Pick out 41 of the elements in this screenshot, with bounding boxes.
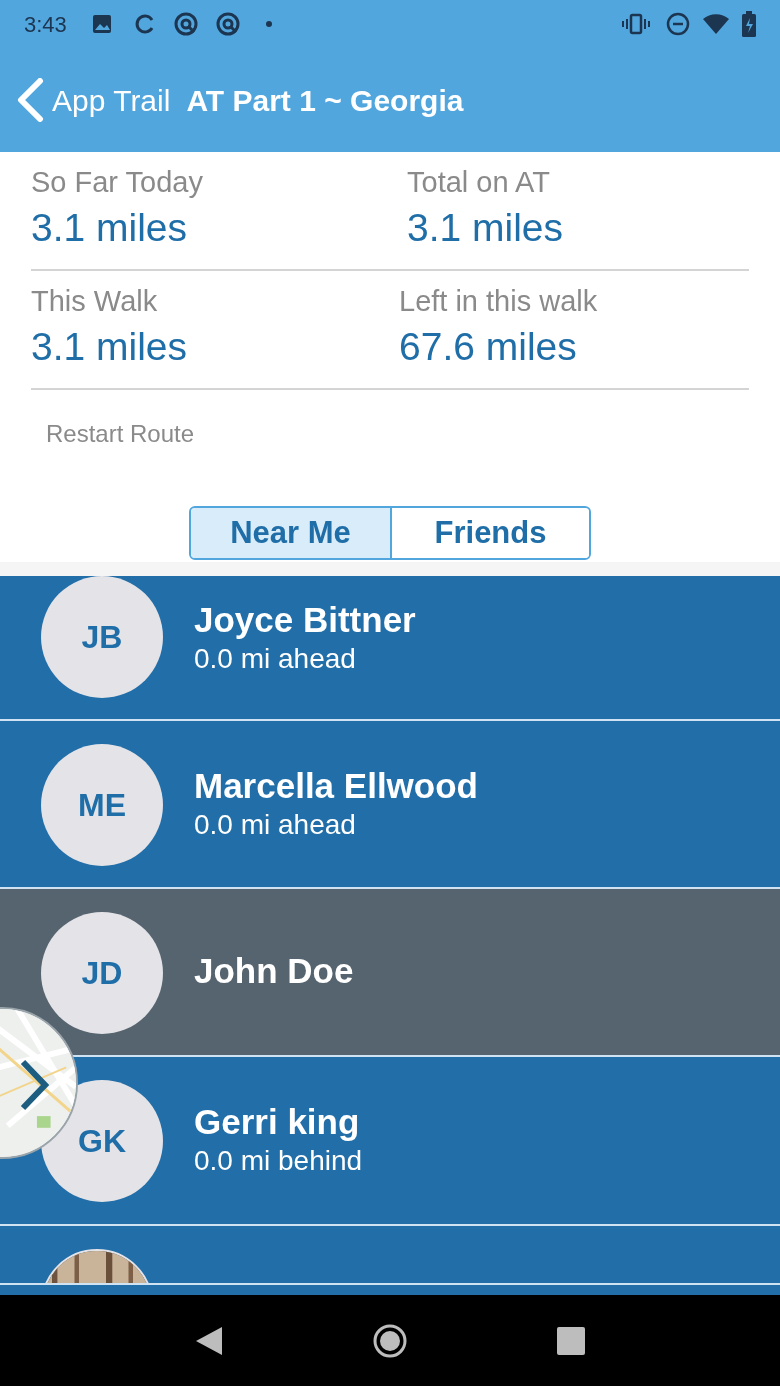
back-triangle-icon: [194, 1324, 224, 1357]
do-not-disturb-icon: [666, 12, 690, 36]
person-distance: 0.0 mi ahead: [194, 642, 357, 677]
person-name: John Doe: [194, 950, 354, 993]
dot-icon: [264, 20, 273, 28]
home-circle-icon: [372, 1322, 408, 1359]
person-row[interactable]: JB Joyce Bittner 0.0 mi ahead: [0, 576, 780, 721]
stat-value: 3.1 miles: [407, 205, 565, 252]
person-row[interactable]: JD John Doe: [0, 889, 780, 1057]
stat-value: 67.6 miles: [399, 324, 578, 371]
person-name: Gerri king: [194, 1100, 361, 1143]
home-nav-button[interactable]: [372, 1322, 408, 1359]
restart-route-link[interactable]: Restart Route: [0, 416, 780, 452]
stat-label: Total on AT: [407, 165, 551, 200]
screen-title: AT Part 1 ~ Georgia: [186, 82, 464, 119]
segment-tab[interactable]: Near Me: [191, 508, 390, 558]
vibrate-icon: [622, 13, 650, 35]
avatar: JB: [41, 576, 163, 698]
battery-icon: [742, 11, 756, 37]
back-nav-button[interactable]: [194, 1324, 224, 1357]
avatar: ME: [41, 744, 163, 866]
circle-icon: [214, 11, 241, 37]
stat-value: 3.1 miles: [31, 205, 189, 252]
wifi-icon: [702, 13, 730, 35]
recents-nav-button[interactable]: [556, 1325, 586, 1356]
stat-label: So Far Today: [31, 165, 204, 200]
chevron-right-icon: [19, 1059, 49, 1111]
stat-value: 3.1 miles: [31, 324, 189, 371]
avatar: JD: [41, 912, 163, 1034]
segment-tab[interactable]: Friends: [390, 508, 589, 558]
person-distance: 0.0 mi ahead: [194, 808, 357, 843]
stat-label: This Walk: [31, 284, 159, 319]
circle-icon: [172, 11, 199, 37]
status-time: 3:43: [24, 10, 67, 39]
back-icon: [16, 78, 44, 122]
square-icon: [556, 1325, 586, 1356]
person-distance: 0.0 mi behind: [194, 1144, 363, 1179]
person-name: Joyce Bittner: [194, 598, 416, 641]
stat-label: Left in this walk: [399, 284, 599, 319]
person-name: Marcella Ellwood: [194, 764, 478, 807]
image-icon: [90, 13, 113, 35]
